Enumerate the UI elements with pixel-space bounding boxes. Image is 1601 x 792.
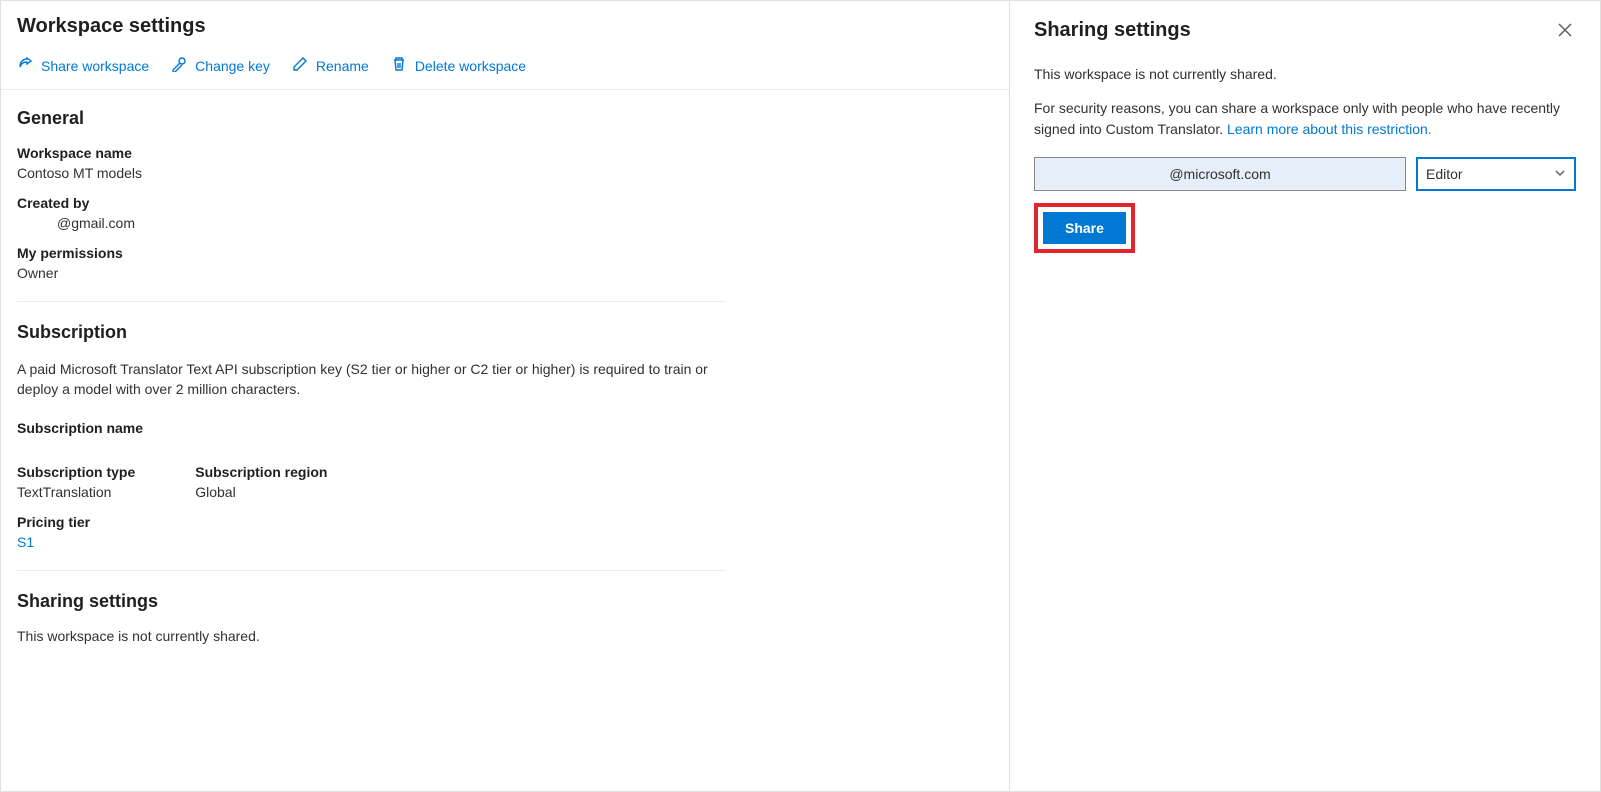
rename-label: Rename: [316, 58, 369, 74]
workspace-name-label: Workspace name: [17, 145, 725, 161]
pricing-tier-label: Pricing tier: [17, 514, 725, 530]
delete-workspace-button[interactable]: Delete workspace: [391, 56, 526, 75]
subscription-region-value: Global: [195, 484, 327, 500]
sharing-panel: Sharing settings This workspace is not c…: [1010, 1, 1600, 791]
edit-icon: [292, 56, 308, 75]
page-title: Workspace settings: [17, 15, 993, 38]
learn-more-link[interactable]: Learn more about this restriction.: [1227, 121, 1432, 137]
subscription-desc: A paid Microsoft Translator Text API sub…: [17, 359, 725, 400]
general-title: General: [17, 108, 725, 129]
share-icon: [17, 56, 33, 75]
general-section: General Workspace name Contoso MT models…: [17, 108, 725, 302]
pricing-tier-value[interactable]: S1: [17, 534, 725, 550]
panel-note: For security reasons, you can share a wo…: [1034, 98, 1576, 139]
change-key-label: Change key: [195, 58, 270, 74]
permissions-value: Owner: [17, 265, 725, 281]
share-button[interactable]: Share: [1043, 212, 1126, 244]
delete-workspace-label: Delete workspace: [415, 58, 526, 74]
sharing-status: This workspace is not currently shared.: [17, 628, 725, 644]
close-icon: [1558, 24, 1572, 41]
subscription-region-label: Subscription region: [195, 464, 327, 480]
workspace-name-value: Contoso MT models: [17, 165, 725, 181]
subscription-title: Subscription: [17, 322, 725, 343]
sharing-title: Sharing settings: [17, 591, 725, 612]
created-by-value: @gmail.com: [17, 215, 725, 231]
rename-button[interactable]: Rename: [292, 56, 369, 75]
share-workspace-button[interactable]: Share workspace: [17, 56, 149, 75]
subscription-name-label: Subscription name: [17, 420, 725, 436]
subscription-section: Subscription A paid Microsoft Translator…: [17, 322, 725, 571]
share-button-highlight: Share: [1034, 203, 1135, 253]
main-panel: Workspace settings Share workspace Chang…: [1, 1, 1010, 791]
share-workspace-label: Share workspace: [41, 58, 149, 74]
close-button[interactable]: [1554, 19, 1576, 46]
subscription-type-value: TextTranslation: [17, 484, 135, 500]
subscription-type-label: Subscription type: [17, 464, 135, 480]
trash-icon: [391, 56, 407, 75]
sharing-section: Sharing settings This workspace is not c…: [17, 591, 725, 664]
key-icon: [171, 56, 187, 75]
permissions-label: My permissions: [17, 245, 725, 261]
share-email-input[interactable]: [1034, 157, 1406, 191]
panel-title: Sharing settings: [1034, 19, 1191, 42]
role-select-value: Editor: [1426, 166, 1463, 182]
change-key-button[interactable]: Change key: [171, 56, 270, 75]
toolbar: Share workspace Change key Rename Delete…: [1, 48, 1009, 90]
chevron-down-icon: [1554, 166, 1566, 182]
panel-status: This workspace is not currently shared.: [1034, 64, 1576, 84]
role-select[interactable]: Editor: [1416, 157, 1576, 191]
created-by-label: Created by: [17, 195, 725, 211]
